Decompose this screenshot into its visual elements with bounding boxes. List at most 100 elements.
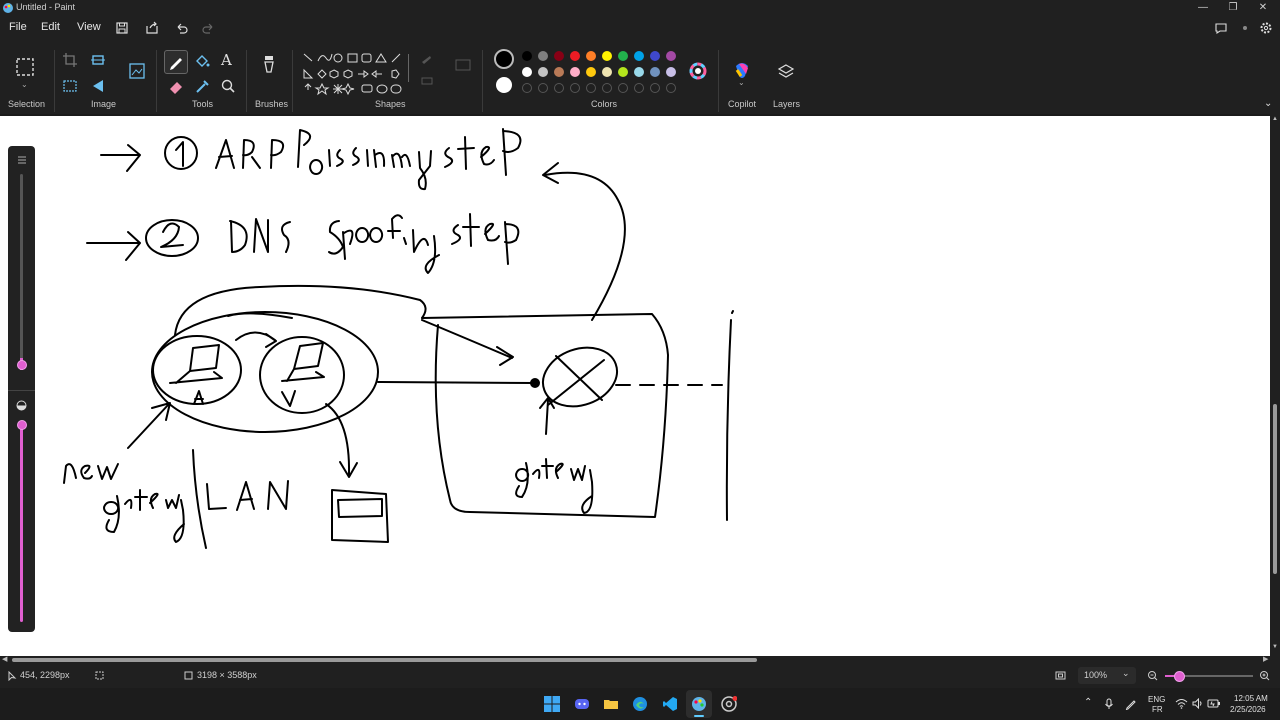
brushes-icon[interactable] — [258, 54, 280, 80]
fit-to-window-icon[interactable] — [1055, 670, 1066, 681]
color-swatch[interactable] — [650, 51, 660, 61]
color-swatch[interactable] — [586, 67, 596, 77]
minimize-button[interactable]: — — [1188, 0, 1218, 16]
edge-icon[interactable] — [632, 696, 648, 712]
rotate-icon[interactable] — [88, 76, 108, 96]
color-swatch[interactable] — [522, 67, 532, 77]
custom-color-slot[interactable] — [634, 83, 644, 93]
custom-color-slot[interactable] — [666, 83, 676, 93]
custom-color-slot[interactable] — [602, 83, 612, 93]
wifi-icon[interactable] — [1175, 698, 1188, 709]
selection-dropdown-icon[interactable]: ⌄ — [21, 80, 28, 89]
scroll-left-icon[interactable]: ◀ — [2, 655, 7, 663]
custom-color-slot[interactable] — [586, 83, 596, 93]
custom-color-slot[interactable] — [618, 83, 628, 93]
color-picker-icon[interactable] — [192, 76, 212, 96]
shapes-gallery[interactable] — [300, 50, 406, 100]
custom-color-slot[interactable] — [554, 83, 564, 93]
clock-date[interactable]: 2/25/2026 — [1230, 705, 1266, 714]
zoom-select[interactable]: 100% ⌄ — [1078, 667, 1136, 684]
color-swatch[interactable] — [634, 51, 644, 61]
size-slider-track[interactable] — [20, 174, 23, 364]
account-icon[interactable] — [1237, 20, 1253, 36]
shape-size-icon[interactable] — [454, 58, 472, 72]
custom-color-slot[interactable] — [570, 83, 580, 93]
share-icon[interactable] — [144, 20, 160, 36]
color-swatch[interactable] — [666, 67, 676, 77]
color-swatch[interactable] — [570, 51, 580, 61]
pen-icon[interactable] — [1125, 698, 1137, 710]
save-icon[interactable] — [114, 20, 130, 36]
vscode-icon[interactable] — [662, 696, 678, 712]
color-swatch[interactable] — [602, 67, 612, 77]
color-swatch[interactable] — [586, 51, 596, 61]
crop-icon[interactable] — [60, 50, 80, 70]
zoom-in-icon[interactable] — [1259, 670, 1270, 681]
copilot-dropdown-icon[interactable]: ⌄ — [738, 78, 745, 87]
color-swatch[interactable] — [538, 51, 548, 61]
color-swatch[interactable] — [602, 51, 612, 61]
color-swatch[interactable] — [522, 51, 532, 61]
color-swatch[interactable] — [634, 67, 644, 77]
copilot-icon[interactable] — [732, 60, 752, 80]
color-swatch[interactable] — [538, 67, 548, 77]
settings-icon[interactable] — [1258, 20, 1274, 36]
restore-button[interactable]: ❐ — [1218, 0, 1248, 16]
edit-colors-icon[interactable] — [688, 61, 708, 81]
color-swatch[interactable] — [618, 67, 628, 77]
redo-icon[interactable] — [200, 20, 216, 36]
clock-time[interactable]: 12:05 AM — [1234, 694, 1268, 703]
custom-color-slot[interactable] — [650, 83, 660, 93]
menu-view[interactable]: View — [77, 21, 101, 33]
color-swatch[interactable] — [570, 67, 580, 77]
color-swatch[interactable] — [666, 51, 676, 61]
custom-color-slot[interactable] — [538, 83, 548, 93]
menu-file[interactable]: File — [9, 21, 27, 33]
vertical-scrollbar[interactable]: ▲ ▼ — [1270, 114, 1280, 656]
chrome-icon[interactable] — [721, 696, 737, 712]
paint-taskbar-active[interactable] — [686, 690, 712, 718]
resize-icon[interactable] — [88, 50, 108, 70]
opacity-slider-thumb[interactable] — [17, 420, 27, 430]
feedback-icon[interactable] — [1213, 20, 1229, 36]
ribbon-collapse-icon[interactable]: ⌄ — [1264, 98, 1272, 109]
volume-icon[interactable] — [1192, 698, 1204, 709]
close-button[interactable]: ✕ — [1248, 0, 1278, 16]
horizontal-scrollbar[interactable]: ◀ ▶ — [0, 656, 1280, 664]
magnifier-icon[interactable] — [218, 76, 238, 96]
secondary-color[interactable] — [496, 77, 512, 93]
background-removal-icon[interactable] — [60, 76, 80, 96]
zoom-slider-thumb[interactable] — [1174, 671, 1185, 682]
shapes-scrollbar[interactable] — [408, 54, 409, 82]
layers-icon[interactable] — [776, 62, 796, 82]
image-select-icon[interactable] — [128, 62, 146, 80]
keyboard-layout[interactable]: FR — [1152, 705, 1163, 714]
scroll-right-icon[interactable]: ▶ — [1263, 655, 1268, 663]
fill-icon[interactable] — [192, 51, 212, 71]
primary-color[interactable] — [494, 49, 514, 69]
menu-edit[interactable]: Edit — [41, 21, 60, 33]
language-indicator[interactable]: ENG — [1148, 695, 1165, 704]
opacity-slider-track[interactable] — [20, 422, 23, 622]
color-swatch[interactable] — [650, 67, 660, 77]
microphone-icon[interactable] — [1104, 698, 1114, 710]
pencil-tool-active[interactable] — [164, 50, 188, 74]
scroll-down-icon[interactable]: ▼ — [1272, 644, 1278, 650]
discord-icon[interactable] — [574, 696, 590, 712]
file-explorer-icon[interactable] — [603, 696, 619, 712]
horizontal-scroll-thumb[interactable] — [12, 658, 757, 662]
text-tool-icon[interactable]: A — [221, 51, 232, 69]
zoom-out-icon[interactable] — [1147, 670, 1158, 681]
scroll-up-icon[interactable]: ▲ — [1272, 116, 1278, 122]
show-hidden-icons[interactable]: ⌃ — [1084, 697, 1092, 708]
vertical-scroll-thumb[interactable] — [1273, 404, 1277, 574]
color-swatch[interactable] — [554, 51, 564, 61]
drawing-canvas[interactable] — [0, 114, 1270, 656]
windows-start-icon[interactable] — [544, 696, 560, 712]
color-swatch[interactable] — [618, 51, 628, 61]
custom-color-slot[interactable] — [522, 83, 532, 93]
size-slider-thumb[interactable] — [17, 360, 27, 370]
undo-icon[interactable] — [174, 20, 190, 36]
shape-outline-fill-icons[interactable] — [418, 52, 446, 88]
eraser-icon[interactable] — [166, 76, 186, 96]
